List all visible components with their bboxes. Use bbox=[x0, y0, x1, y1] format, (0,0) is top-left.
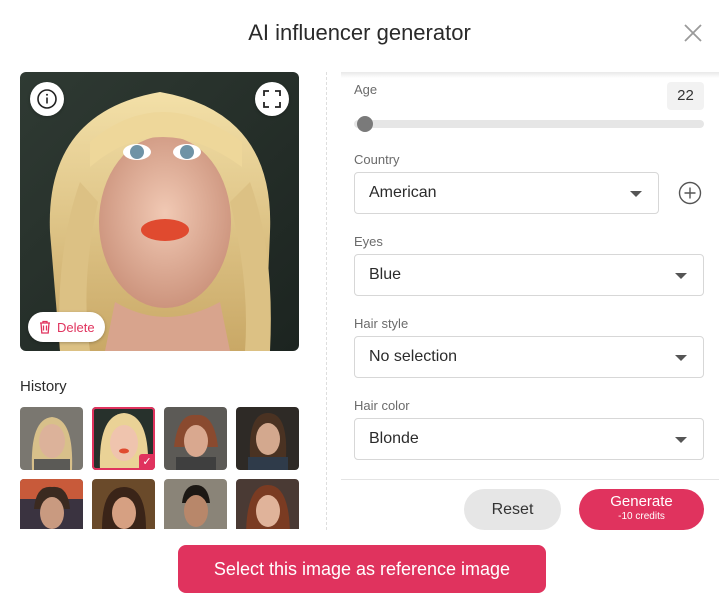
history-thumb[interactable] bbox=[92, 479, 155, 529]
info-icon bbox=[37, 89, 57, 109]
hair-color-select[interactable]: Blonde bbox=[354, 418, 704, 460]
history-thumb[interactable] bbox=[164, 407, 227, 470]
history-thumb[interactable] bbox=[20, 407, 83, 470]
history-thumb[interactable] bbox=[20, 479, 83, 529]
close-icon[interactable] bbox=[680, 20, 706, 46]
country-label: Country bbox=[354, 152, 400, 167]
panel-scroll-shadow bbox=[341, 72, 719, 78]
footer-divider bbox=[341, 479, 719, 480]
hair-style-value: No selection bbox=[369, 348, 458, 365]
preview-image: Delete bbox=[20, 72, 299, 351]
delete-button[interactable]: Delete bbox=[28, 312, 105, 342]
age-label: Age bbox=[354, 82, 378, 97]
eyes-value: Blue bbox=[369, 266, 402, 283]
chevron-down-icon bbox=[675, 273, 687, 279]
age-slider[interactable] bbox=[354, 120, 704, 128]
column-divider bbox=[326, 72, 327, 530]
country-select[interactable]: American bbox=[354, 172, 659, 214]
trash-icon bbox=[40, 320, 50, 334]
history-heading: History bbox=[20, 378, 67, 395]
thumb-image bbox=[236, 479, 299, 529]
settings-panel: Age 22 Country American Eyes Blue Hair s… bbox=[341, 72, 719, 480]
generate-label: Generate bbox=[610, 493, 673, 510]
hair-color-label: Hair color bbox=[354, 398, 410, 413]
thumb-image bbox=[236, 407, 299, 470]
age-value: 22 bbox=[667, 82, 704, 110]
chevron-down-icon bbox=[675, 355, 687, 361]
eyes-select[interactable]: Blue bbox=[354, 254, 704, 296]
plus-circle-icon[interactable] bbox=[678, 181, 702, 205]
portrait-photo bbox=[20, 72, 299, 351]
thumb-image bbox=[20, 407, 83, 470]
history-thumb-selected[interactable]: ✓ bbox=[92, 407, 155, 470]
delete-label: Delete bbox=[57, 319, 95, 335]
thumb-image bbox=[164, 407, 227, 470]
history-thumb[interactable] bbox=[236, 407, 299, 470]
generate-button[interactable]: Generate -10 credits bbox=[579, 489, 704, 530]
generate-credits: -10 credits bbox=[618, 511, 665, 522]
thumb-image bbox=[92, 479, 155, 529]
history-grid: ✓ bbox=[20, 407, 300, 529]
chevron-down-icon bbox=[675, 437, 687, 443]
info-button[interactable] bbox=[30, 82, 64, 116]
hair-color-value: Blonde bbox=[369, 430, 419, 447]
dialog-title: AI influencer generator bbox=[248, 20, 471, 45]
check-icon: ✓ bbox=[139, 454, 155, 470]
history-thumb[interactable] bbox=[164, 479, 227, 529]
expand-icon bbox=[263, 90, 281, 108]
eyes-label: Eyes bbox=[354, 234, 383, 249]
select-reference-button[interactable]: Select this image as reference image bbox=[178, 545, 546, 593]
chevron-down-icon bbox=[630, 191, 642, 197]
hair-style-select[interactable]: No selection bbox=[354, 336, 704, 378]
history-thumb[interactable] bbox=[236, 479, 299, 529]
reset-button[interactable]: Reset bbox=[464, 489, 561, 530]
thumb-image bbox=[20, 479, 83, 529]
country-value: American bbox=[369, 184, 437, 201]
thumb-image bbox=[164, 479, 227, 529]
hair-style-label: Hair style bbox=[354, 316, 409, 331]
fullscreen-button[interactable] bbox=[255, 82, 289, 116]
age-slider-handle[interactable] bbox=[357, 116, 373, 132]
